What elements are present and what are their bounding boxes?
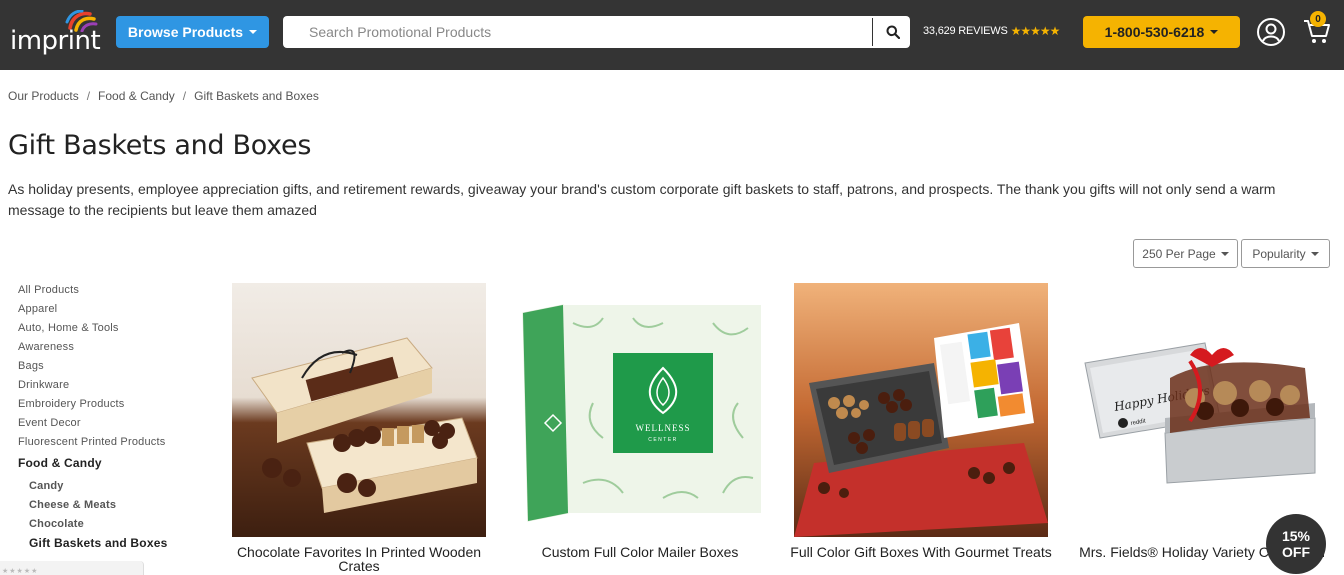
logo-text: imprint	[10, 26, 101, 56]
category-sidebar: All Products Apparel Auto, Home & Tools …	[18, 283, 218, 556]
product-card[interactable]: Happy Holidays reddit Mrs. Fields® Holid…	[1075, 283, 1329, 559]
breadcrumb: Our Products / Food & Candy / Gift Baske…	[8, 89, 319, 103]
sidebar-item-embroidery-products[interactable]: Embroidery Products	[18, 397, 218, 416]
reviews-summary[interactable]: 33,629 REVIEWS ★★★★★	[923, 24, 1061, 38]
caret-down-icon	[249, 30, 258, 34]
caret-down-icon	[1210, 30, 1219, 34]
search-button[interactable]	[875, 16, 910, 48]
browse-products-label: Browse Products	[127, 24, 244, 40]
phone-number-button[interactable]: 1-800-530-6218	[1083, 16, 1240, 48]
rating-stars-icon: ★★★★★	[2, 568, 39, 575]
account-icon[interactable]	[1256, 17, 1286, 47]
promo-percent: 15%	[1281, 528, 1311, 544]
search-input[interactable]	[283, 16, 873, 48]
cookie-tin-image[interactable]: Happy Holidays reddit	[1075, 283, 1329, 537]
sidebar-item-all-products[interactable]: All Products	[18, 283, 218, 302]
sidebar-item-event-decor[interactable]: Event Decor	[18, 416, 218, 435]
mailer-box-image[interactable]: WELLNESS CENTER	[513, 283, 767, 537]
sort-dropdown[interactable]: Popularity	[1241, 239, 1330, 268]
sidebar-item-awareness[interactable]: Awareness	[18, 340, 218, 359]
sidebar-subitem-chocolate[interactable]: Chocolate	[18, 517, 218, 536]
breadcrumb-food-candy[interactable]: Food & Candy	[98, 89, 175, 103]
reviews-count: 33,629 REVIEWS	[923, 25, 1008, 37]
per-page-dropdown[interactable]: 250 Per Page	[1133, 239, 1238, 268]
rating-widget[interactable]: ★★★★★	[0, 561, 144, 575]
caret-down-icon	[1310, 251, 1319, 256]
sort-label: Popularity	[1252, 246, 1306, 261]
sidebar-item-bags[interactable]: Bags	[18, 359, 218, 378]
product-card[interactable]: Full Color Gift Boxes With Gourmet Treat…	[790, 283, 1052, 559]
product-card[interactable]: WELLNESS CENTER Custom Full Color Mailer…	[513, 283, 767, 559]
browse-products-button[interactable]: Browse Products	[116, 16, 269, 48]
imprint-logo[interactable]: imprint	[10, 10, 102, 56]
sidebar-item-food-candy[interactable]: Food & Candy	[18, 456, 218, 479]
promo-off: OFF	[1282, 544, 1310, 560]
mailer-box-title: WELLNESS	[636, 423, 691, 433]
chocolate-crate-image[interactable]	[232, 283, 486, 537]
sidebar-subitem-candy[interactable]: Candy	[18, 479, 218, 498]
sidebar-subitem-cheese-meats[interactable]: Cheese & Meats	[18, 498, 218, 517]
breadcrumb-separator: /	[182, 89, 187, 103]
caret-down-icon	[1220, 251, 1229, 256]
sidebar-subitem-gift-baskets[interactable]: Gift Baskets and Boxes	[18, 536, 218, 556]
per-page-label: 250 Per Page	[1142, 246, 1216, 261]
product-name[interactable]: Chocolate Favorites In Printed Wooden Cr…	[222, 545, 496, 573]
breadcrumb-separator: /	[86, 89, 91, 103]
breadcrumb-gift-baskets[interactable]: Gift Baskets and Boxes	[194, 89, 319, 103]
sidebar-item-drinkware[interactable]: Drinkware	[18, 378, 218, 397]
product-name[interactable]: Custom Full Color Mailer Boxes	[503, 545, 777, 559]
discount-promo-button[interactable]: 15% OFF	[1266, 514, 1326, 574]
mailer-box-subtitle: CENTER	[648, 437, 678, 443]
cart-count-badge: 0	[1310, 11, 1326, 27]
breadcrumb-our-products[interactable]: Our Products	[8, 89, 79, 103]
search-icon	[886, 25, 900, 39]
sidebar-item-fluorescent-printed[interactable]: Fluorescent Printed Products	[18, 435, 218, 454]
phone-number-label: 1-800-530-6218	[1104, 24, 1205, 40]
page-title: Gift Baskets and Boxes	[8, 130, 312, 161]
product-name[interactable]: Full Color Gift Boxes With Gourmet Treat…	[784, 545, 1058, 559]
sidebar-item-apparel[interactable]: Apparel	[18, 302, 218, 321]
sidebar-item-auto-home-tools[interactable]: Auto, Home & Tools	[18, 321, 218, 340]
top-navigation-bar: imprint Browse Products 33,629 REVIEWS ★…	[0, 0, 1344, 70]
product-card[interactable]: Chocolate Favorites In Printed Wooden Cr…	[232, 283, 486, 573]
star-rating-icon: ★★★★★	[1010, 24, 1061, 38]
search-bar	[283, 16, 910, 48]
gourmet-gift-box-image[interactable]	[794, 283, 1048, 537]
category-description: As holiday presents, employee appreciati…	[8, 181, 1276, 218]
search-divider	[872, 18, 873, 46]
